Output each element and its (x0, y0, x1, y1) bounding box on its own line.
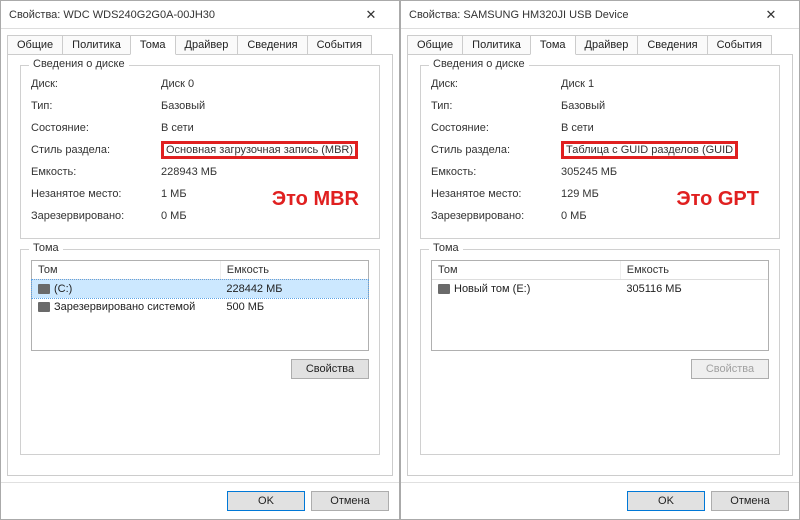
volume-capacity: 228442 МБ (220, 282, 368, 296)
tab-details[interactable]: Сведения (637, 35, 707, 55)
volumes-list[interactable]: (C:) 228442 МБ Зарезервировано системой … (32, 280, 368, 350)
type-label: Тип: (431, 98, 561, 114)
tab-volumes[interactable]: Тома (130, 35, 176, 55)
state-value: В сети (161, 120, 369, 136)
capacity-label: Емкость: (31, 164, 161, 180)
tab-volumes[interactable]: Тома (530, 35, 576, 55)
table-row[interactable]: (C:) 228442 МБ (32, 280, 368, 298)
volumes-table: Том Емкость (C:) 228442 МБ Зарезервирова… (31, 260, 369, 351)
titlebar[interactable]: Свойства: WDC WDS240G2G0A-00JH30 ✕ (1, 1, 399, 29)
type-value: Базовый (561, 98, 769, 114)
capacity-label: Емкость: (431, 164, 561, 180)
col-name[interactable]: Том (32, 261, 221, 279)
tab-driver[interactable]: Драйвер (575, 35, 639, 55)
close-icon[interactable]: ✕ (351, 1, 391, 29)
disk-properties-dialog-left: Свойства: WDC WDS240G2G0A-00JH30 ✕ Общие… (0, 0, 400, 520)
reserved-label: Зарезервировано: (431, 208, 561, 224)
volumes-list[interactable]: Новый том (E:) 305116 МБ (432, 280, 768, 350)
volume-name: Зарезервировано системой (54, 301, 195, 313)
tab-driver[interactable]: Драйвер (175, 35, 239, 55)
free-value: 1 МБ (161, 186, 369, 202)
disk-info-group: Сведения о диске Диск:Диск 1 Тип:Базовый… (420, 65, 780, 239)
disk-value: Диск 1 (561, 76, 769, 92)
type-label: Тип: (31, 98, 161, 114)
state-label: Состояние: (31, 120, 161, 136)
partition-style-label: Стиль раздела: (431, 142, 561, 158)
partition-style-value: Таблица с GUID разделов (GUID (561, 141, 738, 159)
reserved-label: Зарезервировано: (31, 208, 161, 224)
table-header[interactable]: Том Емкость (32, 261, 368, 280)
reserved-value: 0 МБ (561, 208, 769, 224)
disk-value: Диск 0 (161, 76, 369, 92)
tab-panel-volumes: Сведения о диске Диск:Диск 0 Тип:Базовый… (7, 54, 393, 476)
group-title: Сведения о диске (429, 58, 529, 70)
tab-policy[interactable]: Политика (462, 35, 531, 55)
tab-general[interactable]: Общие (407, 35, 463, 55)
window-title: Свойства: SAMSUNG HM320JI USB Device (409, 9, 751, 21)
disk-label: Диск: (31, 76, 161, 92)
dialog-footer: OK Отмена (401, 482, 799, 519)
state-value: В сети (561, 120, 769, 136)
volume-name: (C:) (54, 283, 72, 295)
free-label: Незанятое место: (431, 186, 561, 202)
volumes-table: Том Емкость Новый том (E:) 305116 МБ (431, 260, 769, 351)
volumes-group: Тома Том Емкость (C:) 228442 МБ Зарезерв… (20, 249, 380, 455)
state-label: Состояние: (431, 120, 561, 136)
table-header[interactable]: Том Емкость (432, 261, 768, 280)
tab-details[interactable]: Сведения (237, 35, 307, 55)
volume-icon (438, 284, 450, 294)
disk-properties-dialog-right: Свойства: SAMSUNG HM320JI USB Device ✕ О… (400, 0, 800, 520)
capacity-value: 305245 МБ (561, 164, 769, 180)
col-capacity[interactable]: Емкость (221, 261, 368, 279)
ok-button[interactable]: OK (227, 491, 305, 511)
partition-style-value: Основная загрузочная запись (MBR) (161, 141, 358, 159)
cancel-button[interactable]: Отмена (311, 491, 389, 511)
table-row[interactable]: Новый том (E:) 305116 МБ (432, 280, 768, 298)
tab-events[interactable]: События (707, 35, 772, 55)
col-capacity[interactable]: Емкость (621, 261, 768, 279)
volume-properties-button[interactable]: Свойства (291, 359, 369, 379)
volume-capacity: 305116 МБ (620, 282, 768, 296)
titlebar[interactable]: Свойства: SAMSUNG HM320JI USB Device ✕ (401, 1, 799, 29)
table-row[interactable]: Зарезервировано системой 500 МБ (32, 298, 368, 316)
reserved-value: 0 МБ (161, 208, 369, 224)
free-value: 129 МБ (561, 186, 769, 202)
cancel-button[interactable]: Отмена (711, 491, 789, 511)
tab-general[interactable]: Общие (7, 35, 63, 55)
group-title: Тома (29, 242, 63, 254)
tab-panel-volumes: Сведения о диске Диск:Диск 1 Тип:Базовый… (407, 54, 793, 476)
disk-label: Диск: (431, 76, 561, 92)
volume-capacity: 500 МБ (220, 300, 368, 314)
group-title: Сведения о диске (29, 58, 129, 70)
volumes-group: Тома Том Емкость Новый том (E:) 305116 М… (420, 249, 780, 455)
tab-events[interactable]: События (307, 35, 372, 55)
dialog-footer: OK Отмена (1, 482, 399, 519)
volume-icon (38, 284, 50, 294)
type-value: Базовый (161, 98, 369, 114)
tab-strip: Общие Политика Тома Драйвер Сведения Соб… (401, 29, 799, 55)
capacity-value: 228943 МБ (161, 164, 369, 180)
window-title: Свойства: WDC WDS240G2G0A-00JH30 (9, 9, 351, 21)
ok-button[interactable]: OK (627, 491, 705, 511)
group-title: Тома (429, 242, 463, 254)
volume-properties-button: Свойства (691, 359, 769, 379)
free-label: Незанятое место: (31, 186, 161, 202)
col-name[interactable]: Том (432, 261, 621, 279)
partition-style-label: Стиль раздела: (31, 142, 161, 158)
close-icon[interactable]: ✕ (751, 1, 791, 29)
volume-name: Новый том (E:) (454, 283, 530, 295)
tab-policy[interactable]: Политика (62, 35, 131, 55)
disk-info-group: Сведения о диске Диск:Диск 0 Тип:Базовый… (20, 65, 380, 239)
volume-icon (38, 302, 50, 312)
tab-strip: Общие Политика Тома Драйвер Сведения Соб… (1, 29, 399, 55)
